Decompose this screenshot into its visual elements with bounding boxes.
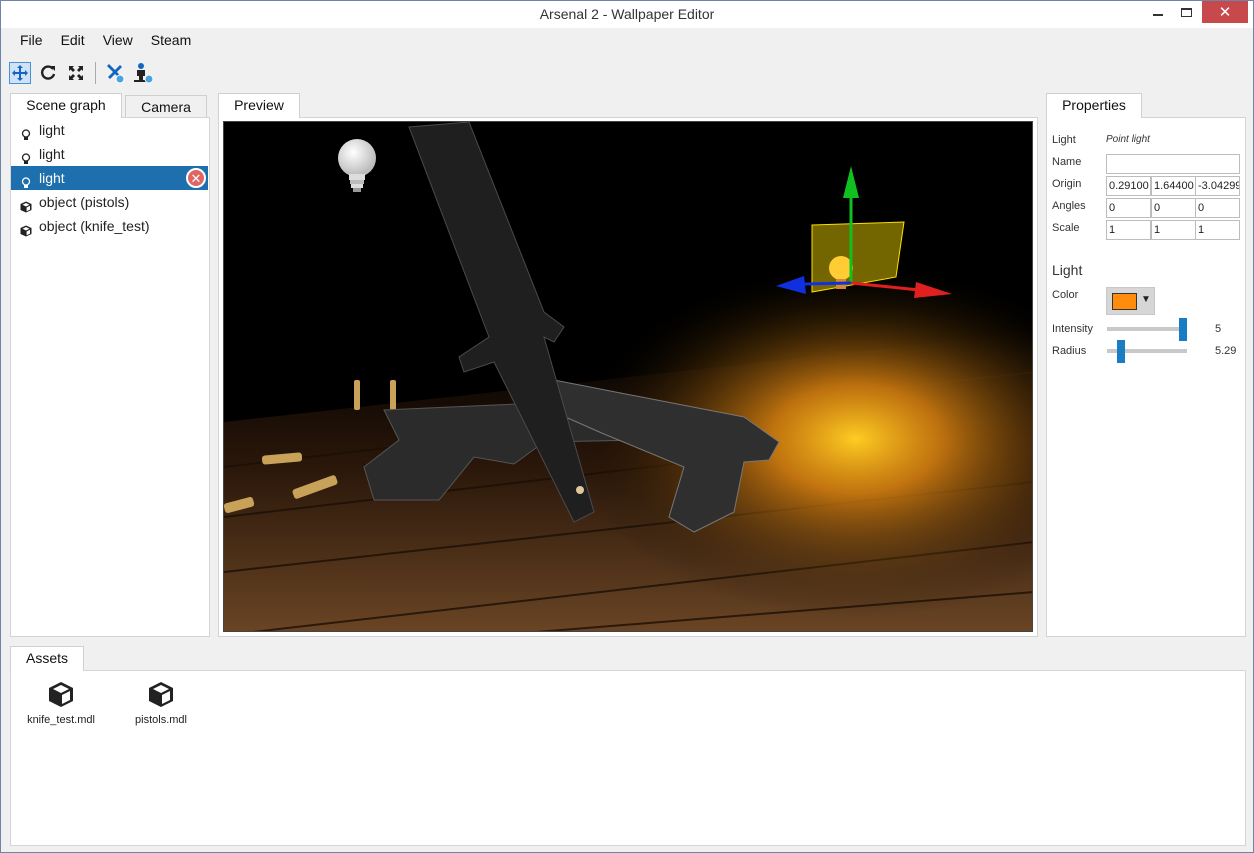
scale-z-field[interactable]: 1 [1195,220,1240,240]
angles-z-field[interactable]: 0 [1195,198,1240,218]
scene-item-label: object (knife_test) [39,218,150,234]
add-light-icon [107,64,125,84]
menu-edit[interactable]: Edit [52,31,94,49]
toolbar-separator [95,62,96,84]
maximize-icon [1180,7,1192,17]
scene-graph-item[interactable]: object (knife_test) [11,214,208,238]
add-object-icon [134,63,154,84]
minimize-button[interactable] [1145,1,1171,23]
title-bar: Arsenal 2 - Wallpaper Editor ✕ [1,1,1253,28]
app-window: Arsenal 2 - Wallpaper Editor ✕ File Edit… [0,0,1254,853]
asset-label: knife_test.mdl [27,714,95,726]
tab-properties[interactable]: Properties [1046,93,1142,118]
minimize-icon [1153,14,1163,16]
intensity-slider-thumb[interactable] [1179,318,1187,341]
scene-graph-item[interactable]: object (pistols) [11,190,208,214]
tab-camera[interactable]: Camera [125,95,207,117]
origin-y-field[interactable]: 1.64400 [1151,176,1196,196]
close-button[interactable]: ✕ [1202,1,1248,23]
3d-viewport[interactable] [223,121,1033,632]
cube-icon [20,196,32,213]
scene-item-label: light [39,122,65,138]
origin-z-field[interactable]: -3.04299 [1195,176,1240,196]
scene-item-label: light [39,146,65,162]
close-icon: ✕ [1218,4,1232,21]
angles-label: Angles [1052,200,1086,212]
origin-x-field[interactable]: 0.29100 [1106,176,1151,196]
scene-graph-item[interactable]: light [11,142,208,166]
bulb-icon [20,124,32,140]
menu-bar: File Edit View Steam [11,31,200,49]
intensity-value: 5 [1215,323,1222,335]
scene-item-label: object (pistols) [39,194,130,210]
asset-item-knife-test[interactable]: knife_test.mdl [21,680,101,726]
window-title: Arsenal 2 - Wallpaper Editor [539,6,715,22]
maximize-button[interactable] [1173,1,1199,23]
menu-file[interactable]: File [11,31,52,49]
radius-value: 5.29 [1215,345,1237,357]
light-type-label: Light [1052,134,1076,146]
menu-view[interactable]: View [94,31,142,49]
light-type-value: Point light [1106,134,1150,145]
scale-y-field[interactable]: 1 [1151,220,1196,240]
cube-icon [49,682,73,707]
tab-assets[interactable]: Assets [10,646,84,671]
scene-graph-panel: light light light ✕ object (pistols) object (… [10,117,210,637]
scene-graph-item[interactable]: light ✕ [11,166,208,190]
intensity-slider-track[interactable] [1107,327,1187,331]
scene-render [224,122,1032,631]
add-object-button[interactable] [132,62,154,84]
move-tool-button[interactable] [9,62,31,84]
scene-graph-item[interactable]: light [11,118,208,142]
scene-item-label: light [39,170,65,186]
color-label: Color [1052,289,1079,301]
asset-item-pistols[interactable]: pistols.mdl [121,680,201,726]
bulb-icon [20,148,32,164]
cube-icon [149,682,173,707]
color-picker-button[interactable]: ▼ [1106,287,1155,315]
tab-preview[interactable]: Preview [218,93,300,118]
scale-label: Scale [1052,222,1080,234]
origin-label: Origin [1052,178,1082,190]
add-light-button[interactable] [104,62,126,84]
angles-x-field[interactable]: 0 [1106,198,1151,218]
toolbar [9,60,160,86]
scale-tool-icon [69,66,83,80]
name-field[interactable] [1106,154,1240,174]
bulb-icon [20,172,32,188]
rotate-tool-icon [41,65,56,80]
name-label: Name [1052,156,1082,168]
color-swatch [1112,293,1137,310]
asset-label: pistols.mdl [135,714,187,726]
delete-item-button[interactable]: ✕ [186,168,206,188]
radius-label: Radius [1052,345,1087,357]
light-section-title: Light [1052,262,1083,278]
angles-y-field[interactable]: 0 [1151,198,1196,218]
intensity-label: Intensity [1052,323,1093,335]
scale-tool-button[interactable] [65,62,87,84]
tab-scene-graph[interactable]: Scene graph [10,93,122,118]
close-icon: ✕ [190,170,202,186]
menu-steam[interactable]: Steam [142,31,200,49]
chevron-down-icon: ▼ [1141,294,1151,305]
radius-slider-thumb[interactable] [1117,340,1126,363]
scale-x-field[interactable]: 1 [1106,220,1151,240]
cube-icon [20,220,32,237]
rotate-tool-button[interactable] [37,62,59,84]
move-tool-icon [12,65,28,81]
